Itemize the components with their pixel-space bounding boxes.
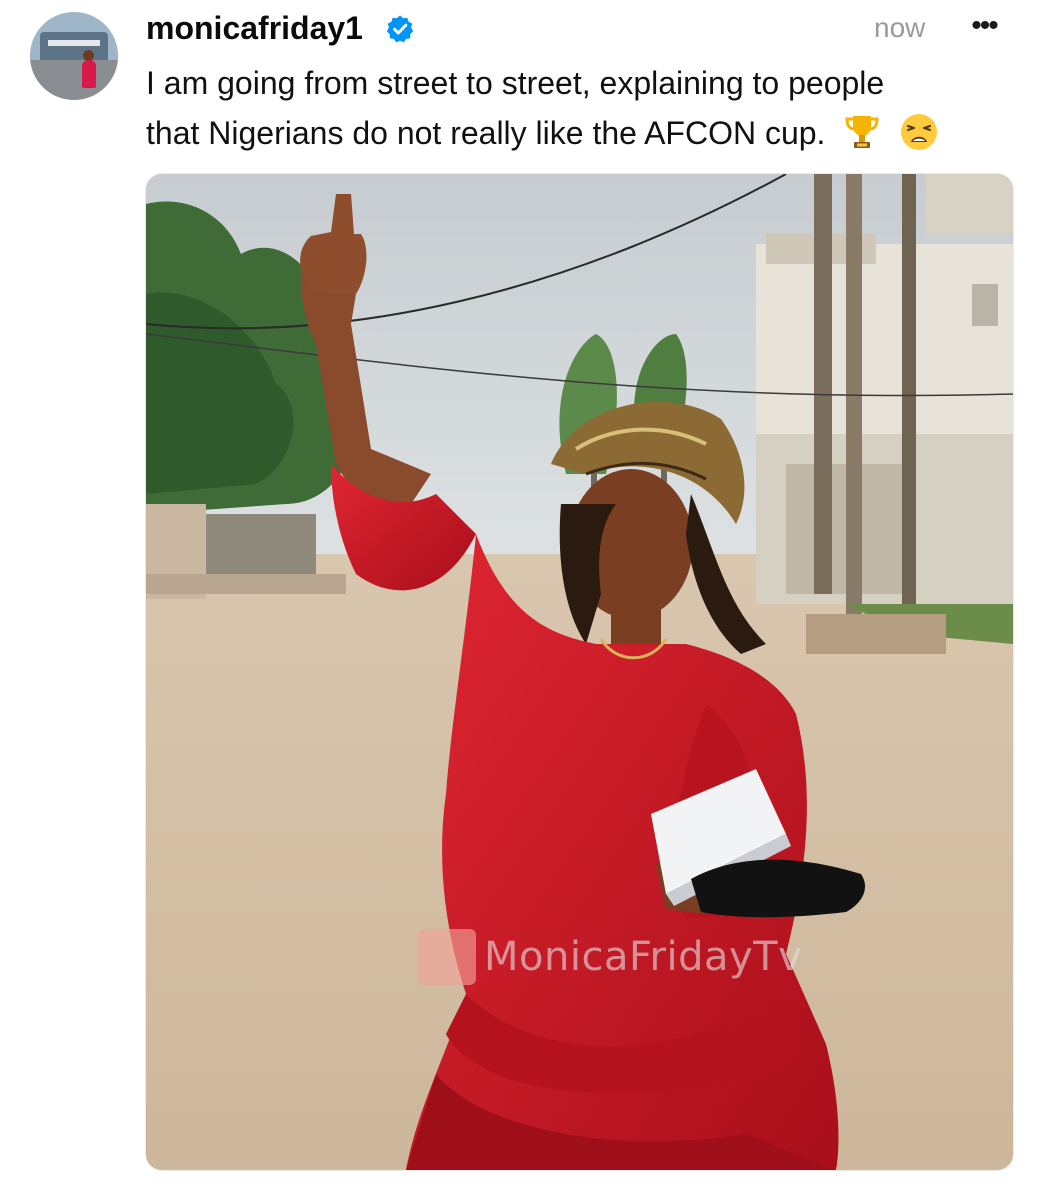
street-photo-illustration xyxy=(146,174,1013,1170)
thread-post: monicafriday1 now ••• I am going from st… xyxy=(0,0,1042,1200)
caption-line-2: that Nigerians do not really like the AF… xyxy=(146,115,826,151)
more-options-icon[interactable]: ••• xyxy=(960,11,1008,42)
post-photo[interactable]: MonicaFridayTv xyxy=(146,174,1013,1170)
username[interactable]: monicafriday1 xyxy=(146,8,363,48)
avatar[interactable] xyxy=(30,12,118,100)
watermark-text: MonicaFridayTv xyxy=(484,934,803,980)
photo-watermark: MonicaFridayTv xyxy=(418,926,802,988)
verified-badge-icon xyxy=(386,15,414,43)
post-caption: I am going from street to street, explai… xyxy=(146,58,1016,158)
trophy-emoji-icon xyxy=(845,116,879,148)
weary-face-emoji-icon xyxy=(901,114,938,150)
caption-line-1: I am going from street to street, explai… xyxy=(146,65,885,101)
post-timestamp: now xyxy=(874,12,926,43)
watermark-logo-icon xyxy=(418,929,476,985)
